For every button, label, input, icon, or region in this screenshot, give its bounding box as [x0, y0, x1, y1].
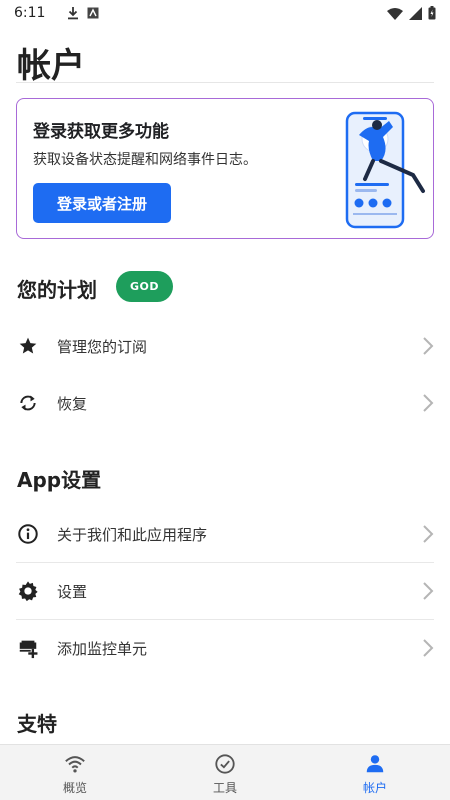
wifi-icon [65, 756, 85, 773]
nav-overview[interactable]: 概览 [0, 745, 150, 800]
chevron-right-icon [423, 582, 434, 600]
login-promo-card: 登录获取更多功能 获取设备状态提醒和网络事件日志。 登录或者注册 [16, 98, 434, 239]
nav-tools-label: 工具 [212, 781, 237, 795]
phone-illustration [345, 111, 425, 229]
chevron-right-icon [423, 639, 434, 657]
chevron-right-icon [423, 337, 434, 355]
bottom-nav: 概览 工具 帐户 [0, 744, 450, 800]
promo-title: 登录获取更多功能 [33, 122, 169, 142]
promo-subtitle: 获取设备状态提醒和网络事件日志。 [33, 152, 257, 168]
chevron-right-icon [423, 394, 434, 412]
app-notification-icon [87, 7, 99, 19]
person-icon [366, 755, 384, 773]
plan-section-header: 您的计划 [17, 278, 97, 302]
gear-icon [17, 580, 39, 602]
support-header: 支特 [17, 712, 57, 736]
plan-badge: GOD [116, 271, 173, 302]
check-circle-icon [215, 754, 235, 774]
battery-icon [428, 6, 436, 20]
signal-icon [409, 6, 422, 20]
status-bar: 6:11 [0, 0, 450, 26]
status-time: 6:11 [14, 5, 46, 21]
sync-icon [17, 392, 39, 414]
restore-label: 恢复 [57, 394, 88, 413]
info-icon [17, 523, 39, 545]
manage-subscription-row[interactable]: 管理您的订阅 [0, 318, 450, 374]
chevron-right-icon [423, 525, 434, 543]
about-row[interactable]: 关于我们和此应用程序 [0, 506, 450, 562]
nav-account[interactable]: 帐户 [300, 745, 450, 800]
settings-label: 设置 [57, 582, 88, 601]
restore-row[interactable]: 恢复 [0, 375, 450, 431]
page-title: 帐户 [17, 46, 85, 86]
login-register-button[interactable]: 登录或者注册 [33, 183, 171, 223]
add-monitor-unit-row[interactable]: 添加监控单元 [0, 620, 450, 676]
settings-row[interactable]: 设置 [0, 563, 450, 619]
download-icon [68, 7, 79, 20]
app-settings-header: App设置 [17, 468, 102, 492]
star-icon [17, 335, 39, 357]
add-monitor-unit-label: 添加监控单元 [57, 639, 148, 658]
add-device-icon [17, 637, 39, 659]
manage-subscription-label: 管理您的订阅 [57, 337, 148, 356]
nav-overview-label: 概览 [62, 781, 87, 795]
title-divider [16, 82, 434, 83]
about-label: 关于我们和此应用程序 [57, 525, 208, 544]
nav-tools[interactable]: 工具 [150, 745, 300, 800]
nav-account-label: 帐户 [362, 781, 387, 795]
wifi-icon [387, 7, 403, 20]
